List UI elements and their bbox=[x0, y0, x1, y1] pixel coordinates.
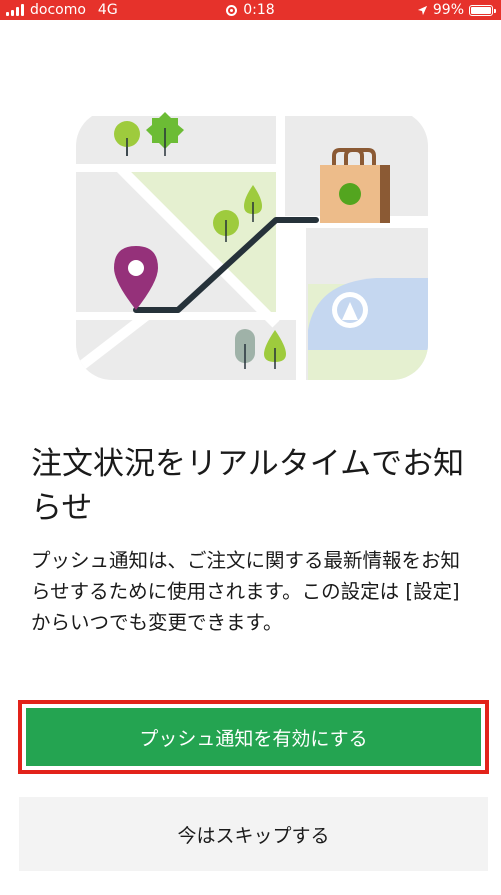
map-illustration bbox=[76, 110, 428, 380]
skip-button[interactable]: 今はスキップする bbox=[19, 797, 488, 871]
screen-recording-icon bbox=[226, 4, 238, 16]
location-arrow-icon bbox=[417, 5, 427, 15]
clock: 0:18 bbox=[243, 2, 275, 18]
status-bar-right: 99% bbox=[417, 0, 496, 20]
enable-push-notifications-button[interactable]: プッシュ通知を有効にする bbox=[26, 708, 481, 766]
battery-percent: 99% bbox=[432, 2, 464, 18]
description-text: プッシュ通知は、ご注文に関する最新情報をお知らせするために使用されます。この設定… bbox=[31, 549, 461, 634]
battery-fill bbox=[471, 6, 491, 14]
status-bar: docomo 4G 0:18 99% bbox=[0, 0, 501, 20]
page-title: 注文状況をリアルタイムでお知らせ bbox=[31, 446, 465, 526]
battery-icon bbox=[469, 4, 496, 16]
enable-button-highlight: プッシュ通知を有効にする bbox=[18, 700, 489, 774]
